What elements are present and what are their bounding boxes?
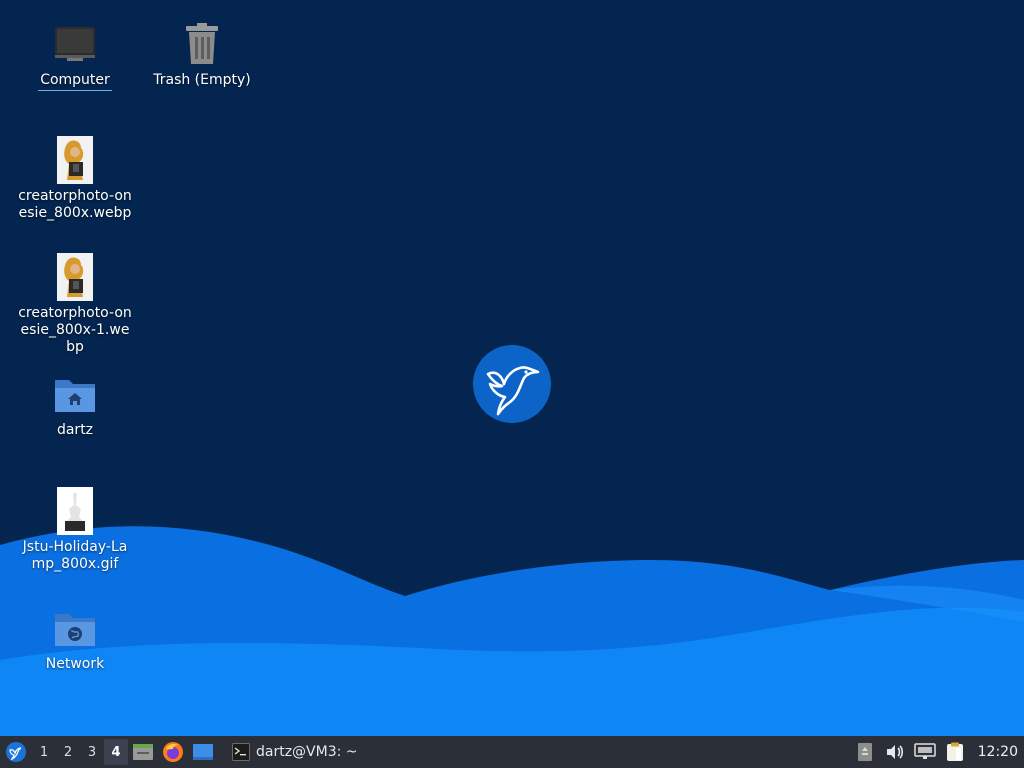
workspace-4[interactable]: 4 [104, 739, 128, 765]
home-folder-icon [51, 370, 99, 418]
clipboard-manager[interactable] [940, 736, 970, 768]
network-icon [913, 743, 936, 759]
desktop-icon-photo-1[interactable]: creatorphoto-onesie_800x.webp [15, 136, 135, 222]
image-thumbnail-icon [51, 253, 99, 301]
desktop: Computer Trash (Empty) creatorphoto-ones… [0, 0, 1024, 736]
volume-icon [886, 745, 903, 759]
desktop-icon-label: Network [45, 656, 105, 672]
distro-logo [473, 345, 551, 423]
desktop-icon-label: creatorphoto-onesie_800x.webp [18, 188, 132, 221]
volume-control[interactable] [880, 736, 910, 768]
removable-drive-indicator[interactable] [850, 736, 880, 768]
workspace-1[interactable]: 1 [32, 736, 56, 768]
taskbar-window-terminal[interactable]: dartz@VM3: ~ [228, 736, 366, 768]
trash-icon [178, 20, 226, 68]
desktop-icon-label: Trash (Empty) [153, 72, 251, 88]
computer-icon [51, 20, 99, 68]
clipboard-icon [946, 742, 963, 761]
taskbar: 1 2 3 4 dartz@VM3: ~ 12:20 [0, 736, 1024, 768]
network-indicator[interactable] [910, 736, 940, 768]
taskbar-window-label: dartz@VM3: ~ [256, 744, 358, 760]
terminal-icon [232, 743, 250, 761]
workspace-3[interactable]: 3 [80, 736, 104, 768]
desktop-icon-computer[interactable]: Computer [15, 20, 135, 91]
desktop-icon-home-folder[interactable]: dartz [15, 370, 135, 439]
system-tray: 12:20 [850, 736, 1024, 768]
desktop-icon-label: Jstu-Holiday-Lamp_800x.gif [22, 539, 128, 572]
desktop-icon-label: Computer [38, 72, 112, 91]
desktop-icon-trash[interactable]: Trash (Empty) [142, 20, 262, 89]
workspace-2[interactable]: 2 [56, 736, 80, 768]
desktop-icon-network[interactable]: Network [15, 604, 135, 673]
firefox-launcher[interactable] [158, 736, 188, 768]
show-desktop-icon [193, 744, 213, 760]
desktop-icon-label: creatorphoto-onesie_800x-1.webp [18, 305, 132, 355]
image-thumbnail-icon [51, 136, 99, 184]
desktop-icon-photo-2[interactable]: creatorphoto-onesie_800x-1.webp [15, 253, 135, 356]
desktop-icon-label: dartz [56, 422, 94, 438]
clock[interactable]: 12:20 [970, 736, 1024, 768]
show-desktop-launcher[interactable] [188, 736, 218, 768]
file-manager-launcher[interactable] [128, 736, 158, 768]
whisker-menu-button[interactable] [0, 736, 32, 768]
desktop-icon-gif[interactable]: Jstu-Holiday-Lamp_800x.gif [15, 487, 135, 573]
removable-drive-icon [857, 743, 872, 761]
network-folder-icon [51, 604, 99, 652]
file-manager-icon [133, 744, 153, 760]
firefox-icon [163, 742, 183, 762]
distro-menu-icon [6, 742, 26, 762]
image-thumbnail-icon [51, 487, 99, 535]
